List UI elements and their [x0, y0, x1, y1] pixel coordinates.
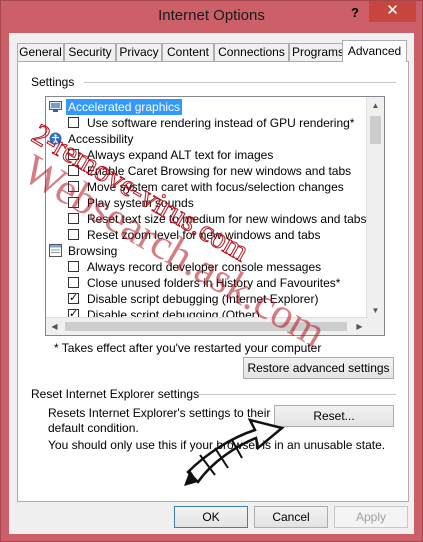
window-title: Internet Options: [158, 7, 265, 24]
reset-group-divider: [197, 394, 396, 395]
reset-description: Resets Internet Explorer's settings to t…: [48, 406, 271, 435]
checkbox-unchecked[interactable]: [68, 261, 79, 272]
settings-option-label: Move system caret with focus/selection c…: [87, 180, 344, 194]
reset-group-label: Reset Internet Explorer settings: [31, 387, 200, 401]
cancel-button[interactable]: Cancel: [254, 506, 328, 528]
checkbox-unchecked[interactable]: [68, 229, 79, 240]
settings-option-label: Always record developer console messages: [87, 260, 322, 274]
restore-advanced-settings-button[interactable]: Restore advanced settings: [243, 357, 394, 379]
tab-security[interactable]: Security: [64, 43, 116, 61]
tab-advanced[interactable]: Advanced: [342, 40, 407, 62]
reset-button[interactable]: Reset...: [274, 405, 394, 427]
settings-option-label: Always expand ALT text for images: [87, 148, 274, 162]
monitor-icon: [49, 100, 62, 113]
settings-option-label: Close unused folders in History and Favo…: [87, 276, 341, 290]
advanced-tab-page: Settings Accelerated graphics Use softwar…: [17, 61, 409, 502]
checkbox-unchecked[interactable]: [68, 149, 79, 160]
checkbox-unchecked[interactable]: [68, 165, 79, 176]
dialog-client-area: General Security Privacy Content Connect…: [9, 33, 414, 534]
restart-note: * Takes effect after you've restarted yo…: [54, 341, 322, 355]
settings-option-label: Reset zoom level for new windows and tab…: [87, 228, 321, 242]
close-button[interactable]: ✕: [369, 1, 416, 22]
help-button[interactable]: ?: [341, 1, 369, 25]
accessibility-icon: [49, 132, 62, 145]
vertical-scroll-thumb[interactable]: [370, 116, 381, 144]
browsing-icon: [49, 244, 62, 257]
settings-group-label: Settings: [31, 75, 75, 89]
checkbox-unchecked[interactable]: [68, 117, 79, 128]
scroll-up-arrow-icon[interactable]: ▲: [367, 97, 384, 114]
checkbox-unchecked[interactable]: [68, 181, 79, 192]
scrollbar-corner: [367, 318, 384, 335]
tab-general[interactable]: General: [17, 43, 64, 61]
settings-option-label: Play system sounds: [87, 196, 194, 210]
scroll-down-arrow-icon[interactable]: ▼: [367, 302, 384, 319]
internet-options-window: Internet Options ? ✕ General Security Pr…: [0, 0, 423, 542]
settings-category-label: Accessibility: [68, 132, 134, 146]
tab-privacy[interactable]: Privacy: [116, 43, 162, 61]
tab-connections[interactable]: Connections: [214, 43, 289, 61]
settings-category-label: Accelerated graphics: [66, 99, 183, 115]
checkbox-checked[interactable]: ✓: [68, 293, 79, 304]
tab-content[interactable]: Content: [162, 43, 214, 61]
scroll-right-arrow-icon[interactable]: ▶: [351, 318, 368, 335]
settings-option-label: Use software rendering instead of GPU re…: [87, 116, 355, 130]
settings-option-label: Enable Caret Browsing for new windows an…: [87, 164, 352, 178]
tab-programs[interactable]: Programs: [289, 43, 347, 61]
reset-warning: You should only use this if your browser…: [48, 438, 386, 452]
apply-button[interactable]: Apply: [334, 506, 408, 528]
checkbox-unchecked[interactable]: [68, 213, 79, 224]
checkbox-unchecked[interactable]: [68, 197, 79, 208]
scroll-left-arrow-icon[interactable]: ◀: [46, 318, 63, 335]
vertical-scrollbar[interactable]: ▲ ▼: [366, 97, 384, 319]
checkbox-unchecked[interactable]: [68, 277, 79, 288]
settings-category-label: Browsing: [68, 244, 118, 258]
horizontal-scroll-thumb[interactable]: [65, 322, 347, 331]
settings-listbox[interactable]: Accelerated graphics Use software renderi…: [45, 96, 385, 336]
settings-group-divider: [84, 82, 396, 83]
settings-option-label: Disable script debugging (Internet Explo…: [87, 292, 319, 306]
settings-option-label: Reset text size to medium for new window…: [87, 212, 367, 226]
horizontal-scrollbar[interactable]: ◀ ▶: [46, 317, 368, 335]
ok-button[interactable]: OK: [174, 506, 248, 528]
